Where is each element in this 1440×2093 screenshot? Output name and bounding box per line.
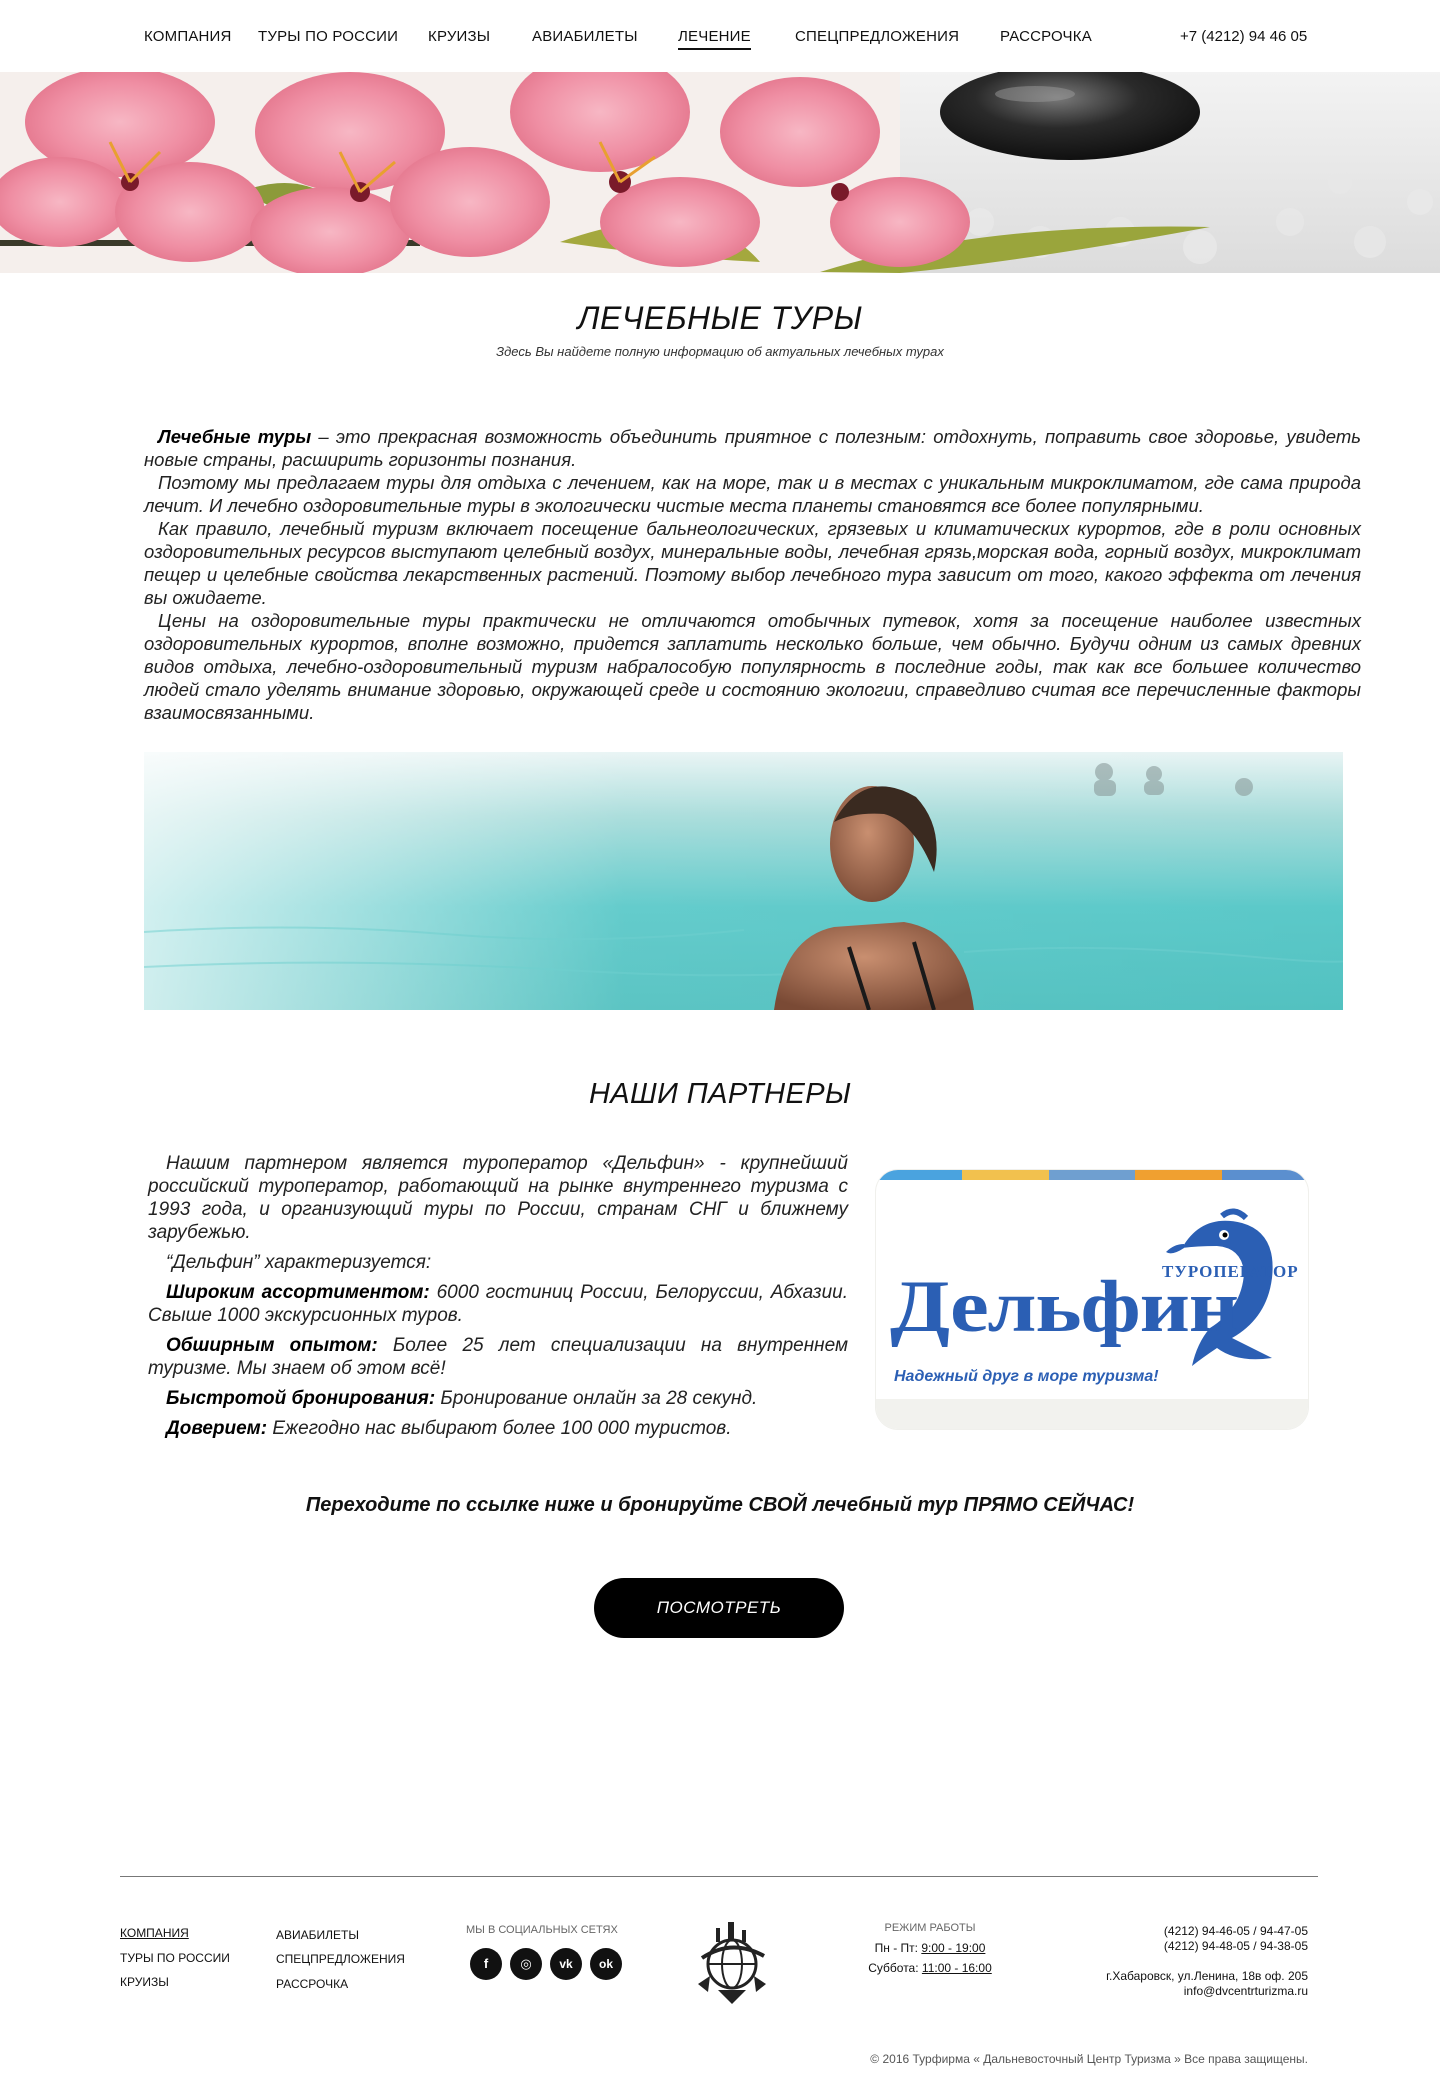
feature-assortment: Широким ассортиментом: 6000 гостиниц Рос… xyxy=(148,1282,848,1326)
intro-text: Лечебные туры – это прекрасная возможнос… xyxy=(144,425,1361,724)
footer-link-company[interactable]: КОМПАНИЯ xyxy=(120,1926,189,1940)
feature-experience: Обширным опытом: Более 25 лет специализа… xyxy=(148,1335,848,1379)
nav-item-treatment[interactable]: ЛЕЧЕНИЕ xyxy=(678,28,751,50)
footer-phone-1[interactable]: (4212) 94-46-05 / 94-47-05 xyxy=(1164,1924,1308,1938)
footer-email[interactable]: info@dvcentrturizma.ru xyxy=(1184,1984,1308,1998)
footer-link-flights[interactable]: АВИАБИЛЕТЫ xyxy=(276,1928,359,1942)
nav-item-cruises[interactable]: КРУИЗЫ xyxy=(428,28,490,45)
footer-phone-2[interactable]: (4212) 94-48-05 / 94-38-05 xyxy=(1164,1939,1308,1953)
feature-trust: Доверием: Ежегодно нас выбирают более 10… xyxy=(166,1418,732,1439)
nav-phone[interactable]: +7 (4212) 94 46 05 xyxy=(1180,28,1307,45)
intro-bold-term: Лечебные туры xyxy=(158,426,312,447)
page-title: ЛЕЧЕБНЫЕ ТУРЫ xyxy=(577,300,863,336)
company-emblem-icon xyxy=(698,1922,766,2004)
copyright: © 2016 Турфирма « Дальневосточный Центр … xyxy=(870,2052,1308,2066)
footer-divider xyxy=(120,1876,1318,1877)
nav-item-special-offers[interactable]: СПЕЦПРЕДЛОЖЕНИЯ xyxy=(795,28,959,45)
partners-paragraph-1: Нашим партнером является туроператор «Де… xyxy=(148,1153,848,1243)
working-hours-saturday: Суббота: 11:00 - 16:00 xyxy=(868,1961,992,1975)
top-navigation: КОМПАНИЯ ТУРЫ ПО РОССИИ КРУИЗЫ АВИАБИЛЕТ… xyxy=(0,0,1440,72)
intro-paragraph-3: Как правило, лечебный туризм включает по… xyxy=(144,518,1361,608)
page-subtitle: Здесь Вы найдете полную информацию об ак… xyxy=(496,344,944,359)
nav-item-flights[interactable]: АВИАБИЛЕТЫ xyxy=(532,28,638,45)
vk-icon[interactable]: vk xyxy=(550,1948,582,1980)
nav-item-installments[interactable]: РАССРОЧКА xyxy=(1000,28,1092,45)
working-hours-weekdays: Пн - Пт: 9:00 - 19:00 xyxy=(874,1941,986,1955)
intro-paragraph-2: Поэтому мы предлагаем туры для отдыха с … xyxy=(144,472,1361,516)
thermal-pool-photo xyxy=(144,752,1343,1010)
logo-color-stripes xyxy=(876,1170,1308,1180)
footer-link-special-offers[interactable]: СПЕЦПРЕДЛОЖЕНИЯ xyxy=(276,1952,405,1966)
footer-address: г.Хабаровск, ул.Ленина, 18в оф. 205 xyxy=(1106,1969,1308,1983)
footer-link-russia-tours[interactable]: ТУРЫ ПО РОССИИ xyxy=(120,1951,230,1965)
partners-description: Нашим партнером является туроператор «Де… xyxy=(148,1152,848,1447)
intro-paragraph-4: Цены на оздоровительные туры практически… xyxy=(144,610,1361,723)
instagram-icon[interactable]: ◎ xyxy=(510,1948,542,1980)
odnoklassniki-icon[interactable]: ok xyxy=(590,1948,622,1980)
logo-wordmark: Дельфин xyxy=(890,1266,1239,1348)
woman-in-water-illustration xyxy=(144,752,1343,1010)
partners-paragraph-2: “Дельфин” характеризуется: xyxy=(166,1252,432,1273)
footer-link-installments[interactable]: РАССРОЧКА xyxy=(276,1977,348,1991)
nav-item-russia-tours[interactable]: ТУРЫ ПО РОССИИ xyxy=(258,28,398,45)
feature-booking-speed: Быстротой бронирования: Бронирование онл… xyxy=(166,1388,758,1409)
nav-item-company[interactable]: КОМПАНИЯ xyxy=(144,28,232,45)
view-button[interactable]: ПОСМОТРЕТЬ xyxy=(594,1578,844,1638)
logo-slogan: Надежный друг в море туризма! xyxy=(894,1368,1159,1385)
footer-link-cruises[interactable]: КРУИЗЫ xyxy=(120,1975,169,1989)
hero-banner-image xyxy=(0,72,1440,273)
delfin-logo-card[interactable]: ТУРОПЕРАТОР Дельфин Надежный друг в море… xyxy=(876,1170,1308,1429)
flowers-stone-illustration xyxy=(0,72,1440,273)
facebook-icon[interactable]: f xyxy=(470,1948,502,1980)
intro-paragraph-1: Лечебные туры – это прекрасная возможнос… xyxy=(144,426,1361,470)
partners-title: НАШИ ПАРТНЕРЫ xyxy=(588,1078,852,1110)
social-label: МЫ В СОЦИАЛЬНЫХ СЕТЯХ xyxy=(466,1924,618,1936)
cta-text: Переходите по ссылке ниже и бронируйте С… xyxy=(305,1494,1135,1516)
logo-card-footer xyxy=(876,1399,1308,1429)
working-hours-title: РЕЖИМ РАБОТЫ xyxy=(884,1922,976,1934)
